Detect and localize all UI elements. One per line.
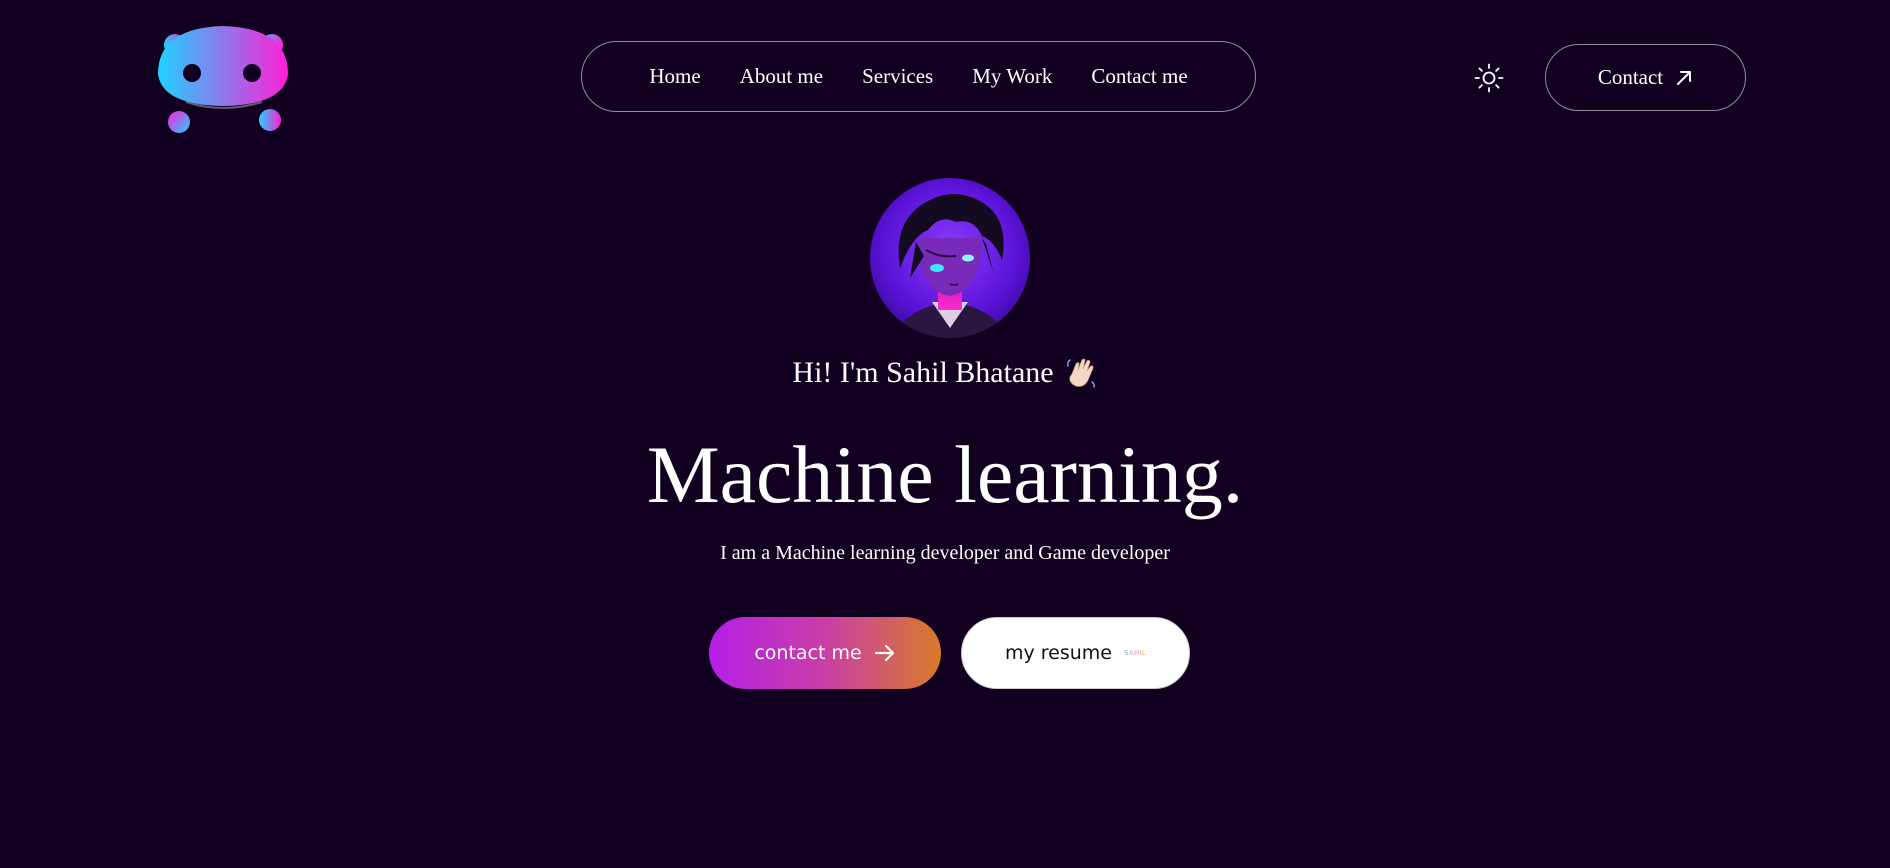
logo[interactable] <box>150 22 296 136</box>
contact-me-label: contact me <box>754 642 862 664</box>
nav-link-my-work[interactable]: My Work <box>972 64 1052 89</box>
greeting-text: Hi! I'm Sahil Bhatane <box>792 356 1054 389</box>
contact-button-label: Contact <box>1597 65 1664 89</box>
contact-me-button[interactable]: contact me <box>709 617 941 689</box>
main-nav: Home About me Services My Work Contact m… <box>581 41 1256 112</box>
anime-avatar-icon <box>870 178 1030 338</box>
nav-link-services[interactable]: Services <box>862 64 933 89</box>
nav-link-home[interactable]: Home <box>649 64 700 89</box>
hero-subtitle: I am a Machine learning developer and Ga… <box>720 542 1170 564</box>
arrow-up-right-icon <box>1677 70 1692 85</box>
sun-icon <box>1474 63 1504 93</box>
nav-link-contact[interactable]: Contact me <box>1091 64 1187 89</box>
greeting: Hi! I'm Sahil Bhatane <box>0 356 1890 390</box>
hero-title: Machine learning. <box>646 429 1244 520</box>
resume-button[interactable]: my resume SAHIL <box>961 617 1190 689</box>
nav-link-about[interactable]: About me <box>740 64 823 89</box>
contact-button[interactable]: Contact <box>1545 44 1746 111</box>
resume-label: my resume <box>1004 642 1112 664</box>
arrow-right-icon <box>874 644 894 662</box>
profile-avatar <box>870 178 1030 338</box>
resume-logo-mark: SAHIL <box>1123 649 1147 657</box>
theme-toggle-button[interactable] <box>1474 63 1504 93</box>
robot-face-logo-icon <box>158 26 288 133</box>
waving-hand-icon <box>1066 358 1095 388</box>
